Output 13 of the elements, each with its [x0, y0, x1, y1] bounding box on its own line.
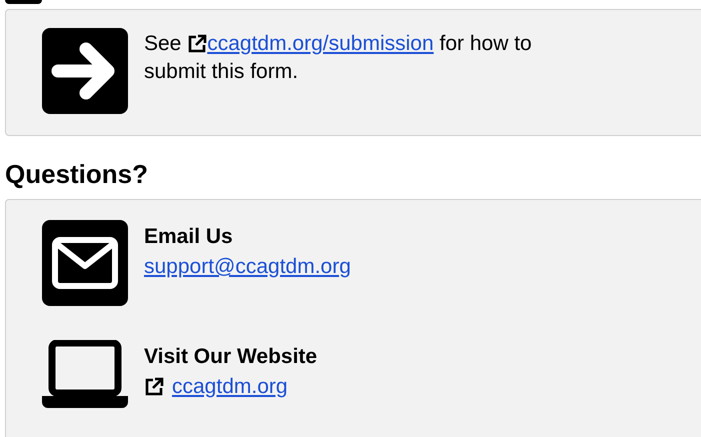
questions-heading: Questions?	[5, 158, 150, 190]
contact-title: Email Us	[144, 224, 234, 250]
contact-link[interactable]: support@ccagtdm.org	[144, 252, 351, 282]
contact-title: Visit Our Website	[144, 344, 318, 370]
contact-link[interactable]: ccagtdm.org	[172, 372, 288, 402]
envelope-icon	[42, 220, 128, 306]
arrow-right-icon	[42, 28, 128, 114]
submission-link[interactable]: ccagtdm.org/submission	[207, 32, 434, 55]
laptop-icon	[42, 340, 128, 408]
external-link-icon	[144, 377, 164, 397]
notice-text: See ccagtdm.org/submission for how to submit this form.	[144, 31, 533, 85]
cropped-icon	[5, 0, 42, 4]
external-link-icon	[187, 34, 208, 54]
